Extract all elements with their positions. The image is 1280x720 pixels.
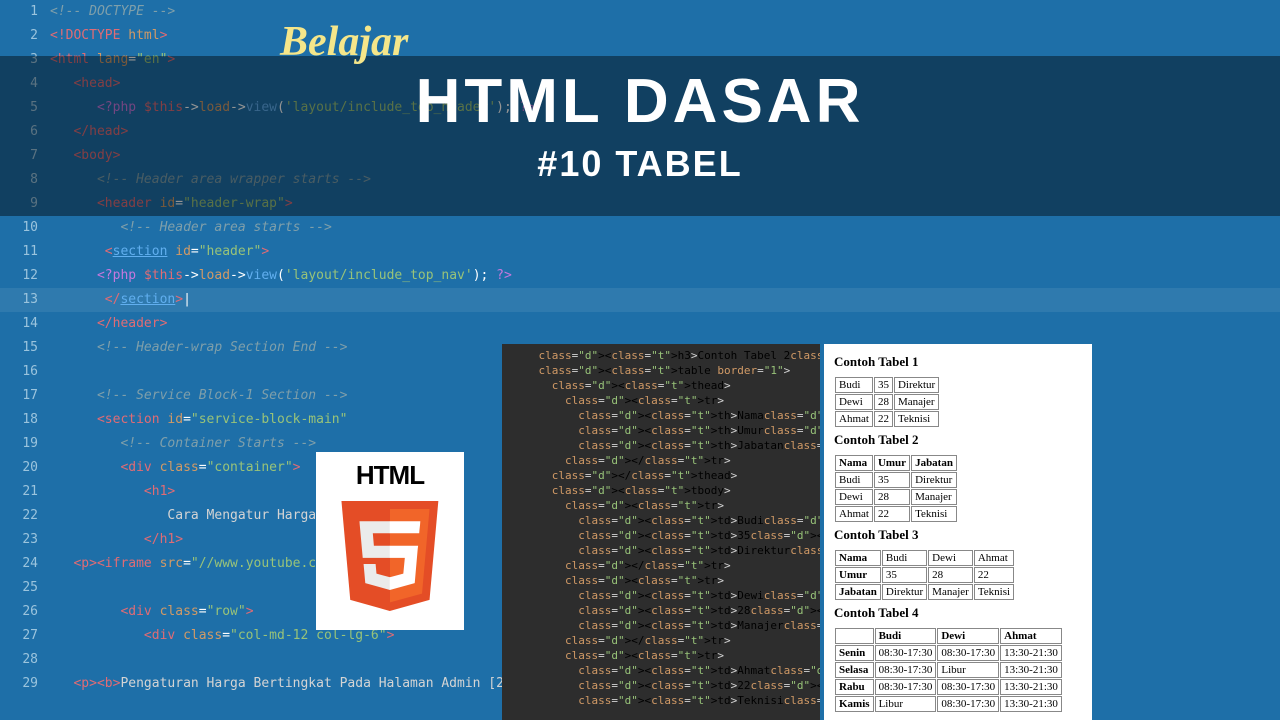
line-code[interactable]: <!-- Service Block-1 Section -->	[50, 384, 347, 408]
html5-logo: HTML	[316, 452, 464, 630]
preview-heading: Contoh Tabel 4	[834, 605, 1082, 621]
line-number: 17	[0, 384, 50, 408]
preview-heading: Contoh Tabel 2	[834, 432, 1082, 448]
line-number: 21	[0, 480, 50, 504]
snippet-line: class="d"><class="t">td>22class="d"></cl…	[512, 678, 810, 693]
snippet-line: class="d"><class="t">thead>	[512, 378, 810, 393]
snippet-line: class="d"><class="t">tr>	[512, 498, 810, 513]
editor-line[interactable]: 11 <section id="header">	[0, 240, 1280, 264]
snippet-line: class="d"><class="t">td>Direkturclass="d…	[512, 543, 810, 558]
line-number: 29	[0, 672, 50, 696]
snippet-line: class="d"><class="t">td>Dewiclass="d"></…	[512, 588, 810, 603]
title-overlay: Belajar HTML DASAR #10 TABEL	[0, 18, 1280, 185]
snippet-line: class="d"><class="t">td>28class="d"></cl…	[512, 603, 810, 618]
preview-heading: Contoh Tabel 1	[834, 354, 1082, 370]
line-code[interactable]: </h1>	[50, 528, 183, 552]
browser-preview-panel: Contoh Tabel 1 Budi35DirekturDewi28Manaje…	[824, 344, 1092, 720]
line-code[interactable]: <!-- Header area starts -->	[50, 216, 332, 240]
snippet-line: class="d"><class="t">tr>	[512, 648, 810, 663]
line-code[interactable]: <section id="header">	[50, 240, 269, 264]
line-number: 24	[0, 552, 50, 576]
preview-table: Budi35DirekturDewi28ManajerAhmat22Teknis…	[834, 376, 940, 428]
editor-line[interactable]: 10 <!-- Header area starts -->	[0, 216, 1280, 240]
line-code[interactable]: Cara Mengatur Harga Be	[50, 504, 340, 528]
editor-line[interactable]: 13 </section>|	[0, 288, 1280, 312]
preview-table: NamaUmurJabatanBudi35DirekturDewi28Manaj…	[834, 454, 958, 523]
snippet-line: class="d"></class="t">tr>	[512, 633, 810, 648]
editor-line[interactable]: 12 <?php $this->load->view('layout/inclu…	[0, 264, 1280, 288]
line-number: 23	[0, 528, 50, 552]
line-number: 26	[0, 600, 50, 624]
line-code[interactable]: <section id="service-block-main"	[50, 408, 347, 432]
snippet-line: class="d"><class="t">th>Jabatanclass="d"…	[512, 438, 810, 453]
snippet-line: class="d"><class="t">th>Namaclass="d"></…	[512, 408, 810, 423]
line-code[interactable]: <?php $this->load->view('layout/include_…	[50, 264, 512, 288]
snippet-line: class="d"></class="t">tr>	[512, 453, 810, 468]
snippet-line: class="d"><class="t">td>Teknisiclass="d"…	[512, 693, 810, 708]
snippet-line: class="d"></class="t">thead>	[512, 468, 810, 483]
line-number: 12	[0, 264, 50, 288]
line-code[interactable]: <h1>	[50, 480, 175, 504]
snippet-line: class="d"><class="t">td>Ahmatclass="d"><…	[512, 663, 810, 678]
line-number: 25	[0, 576, 50, 600]
snippet-line: class="d"><class="t">td>35class="d"></cl…	[512, 528, 810, 543]
line-number: 28	[0, 648, 50, 672]
line-code[interactable]: </header>	[50, 312, 167, 336]
title-sub: #10 TABEL	[0, 143, 1280, 185]
preview-heading: Contoh Tabel 3	[834, 527, 1082, 543]
line-code[interactable]: <div class="container">	[50, 456, 300, 480]
preview-table: NamaBudiDewiAhmatUmur352822JabatanDirekt…	[834, 549, 1015, 601]
editor-line[interactable]: 14 </header>	[0, 312, 1280, 336]
line-number: 20	[0, 456, 50, 480]
html5-shield-icon	[335, 491, 445, 621]
snippet-line: class="d"><class="t">td>Manajerclass="d"…	[512, 618, 810, 633]
snippet-line: class="d"><class="t">td>Budiclass="d"></…	[512, 513, 810, 528]
title-belajar: Belajar	[280, 18, 408, 66]
line-number: 22	[0, 504, 50, 528]
preview-table: BudiDewiAhmatSenin08:30-17:3008:30-17:30…	[834, 627, 1063, 713]
snippet-line: class="d"><class="t">table border="1">	[512, 363, 810, 378]
line-number: 19	[0, 432, 50, 456]
snippet-line: class="d"><class="t">tbody>	[512, 483, 810, 498]
line-code[interactable]: <!-- Container Starts -->	[50, 432, 316, 456]
snippet-line: class="d"><class="t">h3>Contoh Tabel 2cl…	[512, 348, 810, 363]
line-number: 13	[0, 288, 50, 312]
line-number: 10	[0, 216, 50, 240]
line-number: 15	[0, 336, 50, 360]
snippet-line: class="d"><class="t">th>Umurclass="d"></…	[512, 423, 810, 438]
snippet-line: class="d"><class="t">tr>	[512, 573, 810, 588]
line-number: 14	[0, 312, 50, 336]
html5-logo-text: HTML	[356, 460, 424, 491]
line-number: 11	[0, 240, 50, 264]
line-code[interactable]: <div class="row">	[50, 600, 254, 624]
snippet-line: class="d"></class="t">tr>	[512, 558, 810, 573]
line-code[interactable]: <!-- Header-wrap Section End -->	[50, 336, 347, 360]
title-main: HTML DASAR	[0, 66, 1280, 137]
code-snippet-panel: class="d"><class="t">h3>Contoh Tabel 2cl…	[502, 344, 820, 720]
line-code[interactable]: </section>|	[50, 288, 191, 312]
line-number: 16	[0, 360, 50, 384]
line-number: 27	[0, 624, 50, 648]
line-number: 18	[0, 408, 50, 432]
snippet-line: class="d"><class="t">tr>	[512, 393, 810, 408]
